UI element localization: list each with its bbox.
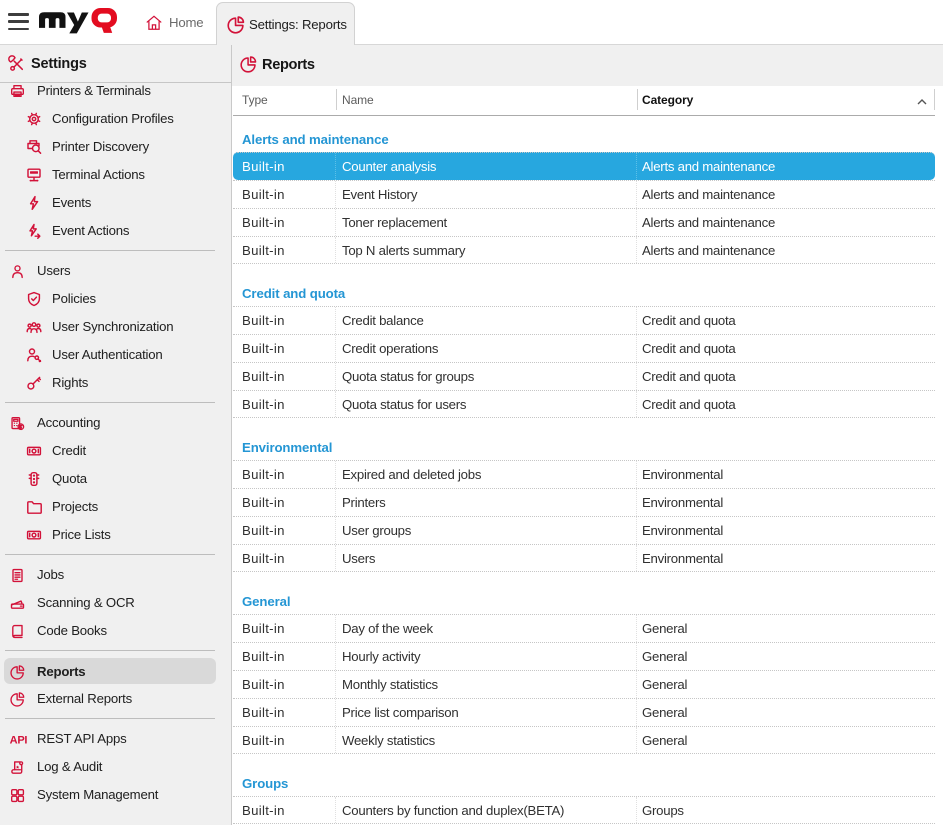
svg-text:API: API <box>10 734 28 746</box>
